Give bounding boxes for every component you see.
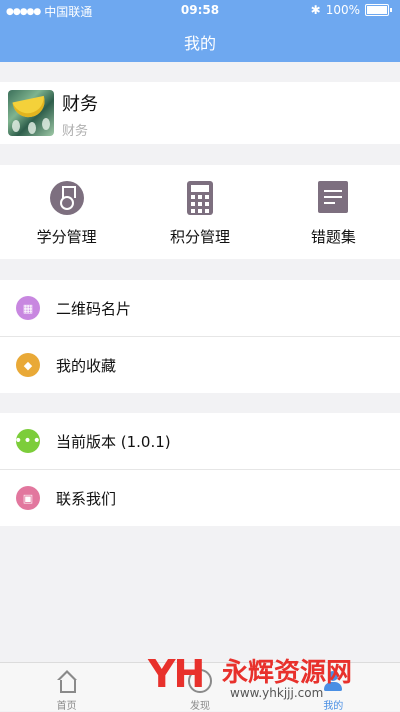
list-item-label: 我的收藏 (56, 357, 117, 375)
list-item-label: 当前版本 (1.0.1) (56, 433, 171, 451)
profile-subtitle: 财务 (62, 124, 89, 139)
more-dots-icon: ••• (14, 429, 41, 453)
list-item-version[interactable]: ••• 当前版本 (1.0.1) (0, 413, 400, 470)
watermark-logo: YH (148, 652, 205, 696)
favorites-box-icon: ◆ (16, 353, 40, 377)
medal-icon (49, 181, 84, 215)
list-item-favorites[interactable]: ◆ 我的收藏 (0, 337, 400, 393)
feature-grid: 学分管理 积分管理 错题集 (0, 165, 400, 259)
list-group-about: ••• 当前版本 (1.0.1) ▣ 联系我们 (0, 413, 400, 526)
battery-percent: 100% (325, 3, 360, 17)
grid-item-mistake-collection[interactable]: 错题集 (267, 165, 400, 259)
grid-item-credit-management[interactable]: 学分管理 (0, 165, 133, 259)
banana-avatar-image (12, 95, 48, 121)
grid-item-label: 积分管理 (169, 228, 230, 246)
calculator-icon (186, 181, 213, 215)
grid-item-points-management[interactable]: 积分管理 (133, 165, 266, 259)
notes-icon (318, 181, 349, 213)
profile-name: 财务 (62, 94, 98, 115)
bluetooth-icon: ✱ (310, 3, 321, 17)
profile-card[interactable]: 财务 财务 (0, 82, 400, 144)
grid-item-label: 错题集 (310, 228, 356, 246)
avatar[interactable] (8, 90, 54, 136)
watermark-title: 永辉资源网 (222, 658, 353, 688)
list-item-label: 联系我们 (56, 490, 117, 508)
qr-code-icon: ▦ (16, 296, 40, 320)
list-item-qr-card[interactable]: ▦ 二维码名片 (0, 280, 400, 337)
contact-grid-icon: ▣ (16, 486, 40, 510)
tab-home[interactable]: 首页 (0, 663, 133, 712)
navigation-bar: 我的 (0, 22, 400, 62)
home-icon (55, 669, 79, 693)
page-title: 我的 (183, 34, 216, 53)
status-bar: ●●●●● 中国联通 09:58 ✱ 100% (0, 0, 400, 22)
watermark-url: www.yhkjjj.com (230, 686, 324, 700)
watermark: YH 永辉资源网 www.yhkjjj.com (148, 648, 380, 708)
system-indicators: ✱ 100% (311, 3, 392, 17)
list-item-contact-us[interactable]: ▣ 联系我们 (0, 470, 400, 526)
list-group-personal: ▦ 二维码名片 ◆ 我的收藏 (0, 280, 400, 393)
grid-item-label: 学分管理 (36, 228, 97, 246)
list-item-label: 二维码名片 (56, 300, 132, 318)
battery-icon (365, 4, 389, 16)
